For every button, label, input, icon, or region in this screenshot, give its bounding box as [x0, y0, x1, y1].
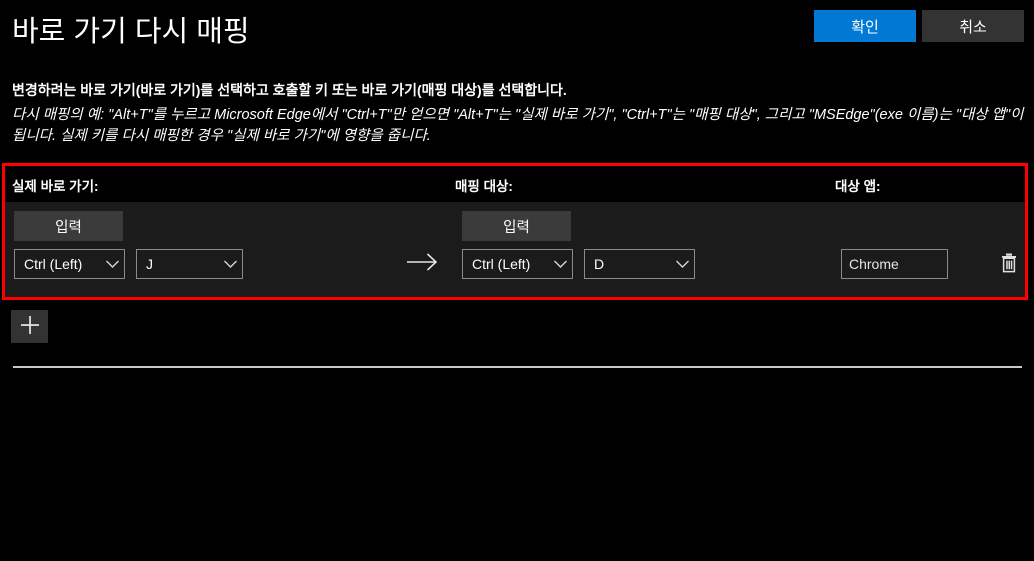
chevron-down-icon [670, 260, 694, 269]
dialog-button-group: 확인 취소 [814, 10, 1024, 42]
original-modifier-value: Ctrl (Left) [24, 256, 83, 272]
column-header-target-app: 대상 앱: [835, 179, 881, 194]
original-type-button[interactable]: 입력 [14, 211, 123, 241]
mapped-key-dropdown[interactable]: D [584, 249, 695, 279]
original-modifier-dropdown[interactable]: Ctrl (Left) [14, 249, 125, 279]
delete-row-button[interactable] [995, 250, 1023, 278]
arrow-right-icon [403, 242, 443, 282]
chevron-down-icon [100, 260, 124, 269]
trash-icon [999, 252, 1019, 277]
chevron-down-icon [548, 260, 572, 269]
dialog-header: 바로 가기 다시 매핑 확인 취소 [0, 0, 1034, 58]
shortcut-remap-panel: 실제 바로 가기: 매핑 대상: 대상 앱: 입력 Ctrl (Left) J [2, 163, 1028, 300]
ok-button[interactable]: 확인 [814, 10, 916, 42]
table-row: 입력 Ctrl (Left) J 입력 Ctrl (Left) D Chrome [5, 202, 1025, 297]
mapped-type-button[interactable]: 입력 [462, 211, 571, 241]
instruction-text: 변경하려는 바로 가기(바로 가기)를 선택하고 호출할 키 또는 바로 가기(… [12, 82, 567, 98]
mapped-modifier-dropdown[interactable]: Ctrl (Left) [462, 249, 573, 279]
column-header-original-shortcut: 실제 바로 가기: [12, 179, 99, 194]
original-key-dropdown[interactable]: J [136, 249, 243, 279]
add-remap-button[interactable] [11, 310, 48, 343]
cancel-button[interactable]: 취소 [922, 10, 1024, 42]
original-key-value: J [146, 256, 153, 272]
section-divider [13, 366, 1022, 368]
target-app-input[interactable] [841, 249, 948, 279]
page-title: 바로 가기 다시 매핑 [12, 16, 250, 48]
example-text: 다시 매핑의 예: "Alt+T"를 누르고 Microsoft Edge에서 … [12, 107, 1024, 144]
plus-icon [20, 315, 40, 338]
chevron-down-icon [218, 260, 242, 269]
mapped-key-value: D [594, 256, 605, 272]
mapped-modifier-value: Ctrl (Left) [472, 256, 531, 272]
column-header-mapped-to: 매핑 대상: [455, 179, 513, 194]
remap-column-headers: 실제 바로 가기: 매핑 대상: 대상 앱: [5, 166, 1025, 202]
